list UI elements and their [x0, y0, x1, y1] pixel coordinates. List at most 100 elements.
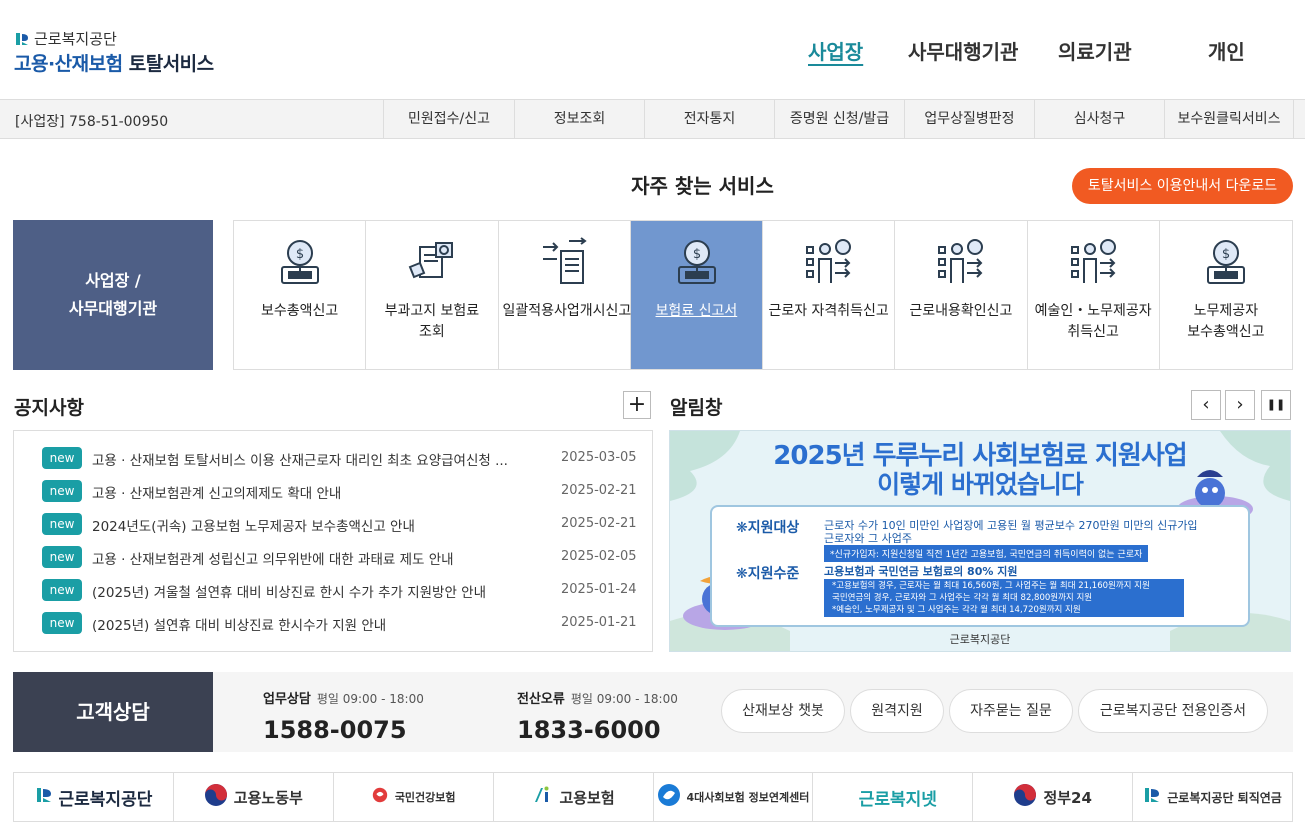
- notice-title: 공지사항: [14, 397, 84, 419]
- partner-logo[interactable]: 고용노동부: [174, 773, 334, 821]
- money-bag-icon: $: [671, 237, 723, 289]
- work-consult-phone: 1588-0075: [263, 716, 407, 744]
- banner-level-note-2: 국민연금의 경우, 근로자와 그 사업주는 각각 월 최대 82,800원까지 …: [832, 593, 1093, 603]
- new-badge: new: [42, 513, 82, 535]
- service-item[interactable]: $ 보수총액신고: [234, 221, 367, 369]
- partner-logo-name: 국민건강보험: [394, 791, 456, 804]
- service-item[interactable]: 일괄적용사업개시신고: [499, 221, 631, 369]
- faq-button[interactable]: 자주묻는 질문: [949, 689, 1073, 733]
- partner-logo[interactable]: 근로복지넷: [813, 773, 974, 821]
- banner-level-notes: *고용보험의 경우, 근로자는 월 최대 16,560원, 그 사업주는 월 최…: [824, 579, 1184, 617]
- banner-headline-2: 이렇게 바뀌었습니다: [877, 470, 1084, 499]
- kcomwel-logo-icon: [1143, 786, 1161, 808]
- notice-row[interactable]: new 고용 · 산재보험관계 성립신고 의무위반에 대한 과태료 제도 안내 20…: [14, 544, 652, 577]
- partner-logo[interactable]: 정부24: [973, 773, 1134, 821]
- partner-logos: 근로복지공단 고용노동부 국민건강보험 고용보험 4대사회보험 정보연계센터 근로복지넷 정…: [13, 772, 1293, 822]
- kcomwel-logo-icon: [16, 32, 28, 45]
- banner-info-card: ❋지원대상 근로자 수가 10인 미만인 사업장에 고용된 월 평균보수 270…: [710, 505, 1250, 627]
- next-button[interactable]: ›: [1225, 390, 1255, 420]
- service-item[interactable]: 예술인・노무제공자 취득신고: [1028, 221, 1160, 369]
- alarm-banner[interactable]: 2025년 두루누리 사회보험료 지원사업 이렇게 바뀌었습니다 ❋지원대상 근…: [669, 430, 1291, 652]
- partner-logo-name: 근로복지공단: [58, 789, 153, 810]
- certificate-button[interactable]: 근로복지공단 전용인증서: [1078, 689, 1268, 733]
- notice-date: 2025-02-21: [561, 516, 637, 531]
- banner-label-level: ❋지원수준: [736, 566, 800, 582]
- notice-title-text[interactable]: 고용 · 산재보험 토탈서비스 이용 산재근로자 대리인 최초 요양급여신청 .…: [92, 449, 532, 469]
- partner-logo-name: 고용보험: [559, 788, 615, 807]
- service-item[interactable]: 부과고지 보험료 조회: [366, 221, 499, 369]
- new-badge: new: [42, 612, 82, 634]
- partner-logo-name: 4대사회보험 정보연계센터: [686, 791, 810, 804]
- notice-date: 2025-03-05: [561, 450, 637, 465]
- notice-row[interactable]: new 고용 · 산재보험 토탈서비스 이용 산재근로자 대리인 최초 요양급여신…: [14, 445, 652, 478]
- partner-logo[interactable]: 근로복지공단 퇴직연금: [1133, 773, 1292, 821]
- notice-row[interactable]: new (2025년) 겨울철 설연휴 대비 비상진료 한시 수가 추가 지원방안…: [14, 577, 652, 610]
- nav-agency[interactable]: 사무대행기관: [908, 36, 1018, 65]
- notice-title-text[interactable]: 고용 · 산재보험관계 성립신고 의무위반에 대한 과태료 제도 안내: [92, 548, 532, 568]
- new-badge: new: [42, 579, 82, 601]
- notice-row[interactable]: new 2024년도(귀속) 고용보험 노무제공자 보수총액신고 안내 2025-0…: [14, 511, 652, 544]
- banner-target-note: *신규가입자: 지원신청일 직전 1년간 고용보험, 국민연금의 취득이력이 없…: [824, 545, 1149, 562]
- ei-logo-icon: [531, 784, 553, 810]
- notice-row[interactable]: new 고용 · 산재보험관계 신고의제제도 확대 안내 2025-02-21: [14, 478, 652, 511]
- subnav-item-notification[interactable]: 전자통지: [644, 100, 774, 138]
- site-logo[interactable]: 근로복지공단 고용·산재보험 토탈서비스: [14, 28, 274, 78]
- notice-row[interactable]: new (2025년) 설연휴 대비 비상진료 한시수가 지원 안내 2025-01…: [14, 610, 652, 643]
- notice-title-text[interactable]: (2025년) 설연휴 대비 비상진료 한시수가 지원 안내: [92, 614, 532, 634]
- notice-title-text[interactable]: 2024년도(귀속) 고용보험 노무제공자 보수총액신고 안내: [92, 515, 532, 535]
- logo-title-part1: 고용·산재보험: [14, 53, 123, 75]
- new-badge: new: [42, 447, 82, 469]
- subnav-item-certificate[interactable]: 증명원 신청/발급: [774, 100, 904, 138]
- nhis-logo-icon: [371, 786, 389, 808]
- partner-logo[interactable]: 국민건강보험: [334, 773, 494, 821]
- taegeuk-icon: [204, 783, 228, 811]
- customer-consult: 고객상담 업무상담 평일 09:00 - 18:00 1588-0075 전산오류…: [13, 672, 1293, 752]
- services-category-line1: 사업장 /: [85, 271, 141, 290]
- notice-more-button[interactable]: +: [623, 391, 651, 419]
- partner-logo[interactable]: 근로복지공단: [14, 773, 174, 821]
- welfare-net-icon: [849, 786, 853, 808]
- partner-logo[interactable]: 4대사회보험 정보연계센터: [654, 773, 814, 821]
- subnav-item-inquiry[interactable]: 정보조회: [514, 100, 644, 138]
- guide-download-button[interactable]: 토탈서비스 이용안내서 다운로드: [1072, 168, 1293, 204]
- notice-date: 2025-02-05: [561, 549, 637, 564]
- nav-medical[interactable]: 의료기관: [1058, 36, 1132, 65]
- subnav-item-review[interactable]: 심사청구: [1034, 100, 1164, 138]
- service-item-label: 보수총액신고: [260, 303, 339, 319]
- alarm-title: 알림창: [670, 397, 723, 419]
- work-consult-label: 업무상담 평일 09:00 - 18:00: [263, 688, 424, 707]
- services-category-line2: 사무대행기관: [68, 299, 158, 318]
- service-item[interactable]: $ 보험료 신고서: [630, 221, 763, 369]
- logo-org-name: 근로복지공단: [34, 30, 117, 48]
- chatbot-button[interactable]: 산재보상 챗봇: [721, 689, 845, 733]
- pause-button[interactable]: ❚❚: [1261, 390, 1291, 420]
- subnav-item-oneclick[interactable]: 보수원클릭서비스: [1164, 100, 1294, 138]
- document-transfer-icon: [539, 237, 591, 289]
- banner-level-note-3: *예술인, 노무제공자 및 그 사업주는 각각 월 최대 14,720원까지 지…: [832, 605, 1081, 615]
- service-item-label: 노무제공자 보수총액신고: [1187, 303, 1265, 340]
- it-consult-hours: 평일 09:00 - 18:00: [570, 692, 678, 706]
- prev-button[interactable]: ‹: [1191, 390, 1221, 420]
- notice-title-text[interactable]: 고용 · 산재보험관계 신고의제제도 확대 안내: [92, 482, 532, 502]
- service-item-label: 부과고지 보험료 조회: [384, 303, 480, 340]
- subnav-item-complaint[interactable]: 민원접수/신고: [383, 100, 514, 138]
- new-badge: new: [42, 546, 82, 568]
- service-item-label: 근로자 자격취득신고: [768, 303, 889, 319]
- partner-logo[interactable]: 고용보험: [494, 773, 654, 821]
- service-item[interactable]: $ 노무제공자 보수총액신고: [1160, 221, 1292, 369]
- new-badge: new: [42, 480, 82, 502]
- remote-support-button[interactable]: 원격지원: [850, 689, 944, 733]
- partner-logo-name: 근로복지넷: [858, 789, 937, 810]
- work-consult-hours: 평일 09:00 - 18:00: [316, 692, 424, 706]
- service-item-label: 예술인・노무제공자 취득신고: [1034, 303, 1152, 340]
- notice-title-text[interactable]: (2025년) 겨울철 설연휴 대비 비상진료 한시 수가 추가 지원방안 안내: [92, 581, 532, 601]
- banner-level-note-1: *고용보험의 경우, 근로자는 월 최대 16,560원, 그 사업주는 월 최…: [832, 581, 1150, 591]
- nav-personal[interactable]: 개인: [1208, 36, 1245, 65]
- it-consult-phone: 1833-6000: [517, 716, 661, 744]
- service-item[interactable]: 근로자 자격취득신고: [763, 221, 896, 369]
- subnav-item-disease[interactable]: 업무상질병판정: [904, 100, 1034, 138]
- svg-text:$: $: [296, 247, 304, 262]
- banner-target-text-2: 근로자와 그 사업주: [824, 532, 912, 545]
- nav-workplace[interactable]: 사업장: [808, 36, 863, 65]
- service-item[interactable]: 근로내용확인신고: [895, 221, 1028, 369]
